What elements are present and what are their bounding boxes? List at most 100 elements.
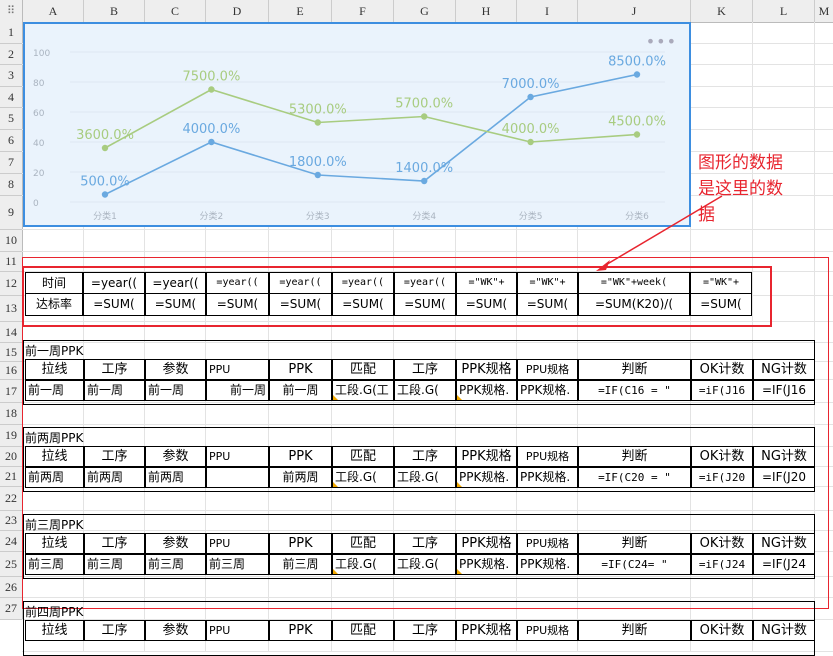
column-heading[interactable]: 判断 (578, 620, 691, 641)
row-header-3[interactable]: 3 (0, 65, 23, 87)
column-header-m[interactable]: M (815, 0, 833, 22)
column-heading[interactable]: 参数 (145, 359, 206, 380)
data-cell[interactable]: 工段.G( (394, 467, 456, 488)
column-heading[interactable]: PPU规格 (517, 533, 578, 554)
column-header-d[interactable]: D (206, 0, 269, 22)
data-cell[interactable]: PPK规格. (517, 467, 578, 488)
data-cell[interactable]: PPK规格. (517, 380, 578, 401)
column-heading[interactable]: PPU规格 (517, 359, 578, 380)
row-header-6[interactable]: 6 (0, 130, 23, 152)
column-heading[interactable]: PPU (206, 620, 269, 641)
row-header-16[interactable]: 16 (0, 362, 23, 380)
row-header-14[interactable]: 14 (0, 322, 23, 343)
data-cell[interactable]: 前三周 (145, 554, 206, 575)
column-heading[interactable]: OK计数 (691, 359, 753, 380)
column-heading[interactable]: PPK (269, 533, 332, 554)
data-cell[interactable]: =iF(J16 (691, 380, 753, 401)
column-heading[interactable]: 工序 (84, 533, 145, 554)
row-header-23[interactable]: 23 (0, 511, 23, 531)
column-heading[interactable]: PPK规格 (456, 620, 517, 641)
column-heading[interactable]: PPU (206, 446, 269, 467)
more-options-icon[interactable]: ••• (646, 32, 677, 51)
column-heading[interactable]: OK计数 (691, 620, 753, 641)
row-header-20[interactable]: 20 (0, 447, 23, 467)
select-all-corner[interactable]: ⠿ (0, 0, 23, 22)
column-heading[interactable]: PPK (269, 620, 332, 641)
row-header-11[interactable]: 11 (0, 252, 23, 272)
row-header-8[interactable]: 8 (0, 174, 23, 196)
data-cell[interactable]: 前两周 (84, 467, 145, 488)
column-heading[interactable]: OK计数 (691, 446, 753, 467)
data-cell[interactable]: 前三周 (25, 554, 84, 575)
row-header-17[interactable]: 17 (0, 380, 23, 403)
column-heading[interactable]: PPK (269, 446, 332, 467)
column-heading[interactable]: 工序 (394, 620, 456, 641)
row-header-26[interactable]: 26 (0, 577, 23, 598)
data-cell[interactable]: 前三周 (206, 554, 269, 575)
column-heading[interactable]: PPU (206, 533, 269, 554)
column-header-j[interactable]: J (578, 0, 691, 22)
data-cell[interactable]: =iF(J20 (691, 467, 753, 488)
row-header-21[interactable]: 21 (0, 467, 23, 487)
row-header-9[interactable]: 9 (0, 196, 23, 230)
column-heading[interactable]: 匹配 (332, 359, 394, 380)
data-cell[interactable]: 前一周 (25, 380, 84, 401)
data-cell[interactable]: 前一周 (269, 380, 332, 401)
column-header-b[interactable]: B (84, 0, 145, 22)
column-heading[interactable]: 匹配 (332, 620, 394, 641)
row-header-10[interactable]: 10 (0, 230, 23, 252)
data-cell[interactable]: =IF(C20 = " (578, 467, 691, 488)
data-cell[interactable]: PPK规格. (517, 554, 578, 575)
column-heading[interactable]: 拉线 (25, 533, 84, 554)
column-heading[interactable]: PPU (206, 359, 269, 380)
column-heading[interactable]: 拉线 (25, 446, 84, 467)
column-heading[interactable]: NG计数 (753, 533, 815, 554)
data-cell[interactable]: =IF(C24= " (578, 554, 691, 575)
data-cell[interactable]: 工段.G( (394, 554, 456, 575)
column-heading[interactable]: 工序 (84, 359, 145, 380)
data-cell[interactable]: =IF(J24 (753, 554, 815, 575)
column-heading[interactable]: 参数 (145, 446, 206, 467)
column-heading[interactable]: 匹配 (332, 533, 394, 554)
data-cell[interactable]: 工段.G( (394, 380, 456, 401)
column-heading[interactable]: 工序 (394, 446, 456, 467)
row-header-1[interactable]: 1 (0, 22, 23, 44)
column-heading[interactable]: 工序 (394, 359, 456, 380)
column-heading[interactable]: 参数 (145, 533, 206, 554)
row-header-22[interactable]: 22 (0, 487, 23, 511)
data-cell[interactable]: 前两周 (269, 467, 332, 488)
column-heading[interactable]: OK计数 (691, 533, 753, 554)
column-heading[interactable]: 判断 (578, 533, 691, 554)
data-cell[interactable]: 前一周 (84, 380, 145, 401)
data-cell[interactable]: 前一周 (206, 380, 269, 401)
column-heading[interactable]: 工序 (394, 533, 456, 554)
data-cell[interactable]: 工段.G( (332, 467, 394, 488)
row-header-2[interactable]: 2 (0, 44, 23, 65)
column-heading[interactable]: NG计数 (753, 359, 815, 380)
row-header-12[interactable]: 12 (0, 272, 23, 296)
column-heading[interactable]: 判断 (578, 446, 691, 467)
column-heading[interactable]: PPK规格 (456, 446, 517, 467)
column-heading[interactable]: 拉线 (25, 620, 84, 641)
data-cell[interactable]: 前两周 (25, 467, 84, 488)
column-header-l[interactable]: L (753, 0, 815, 22)
row-header-25[interactable]: 25 (0, 552, 23, 577)
row-header-13[interactable]: 13 (0, 296, 23, 322)
column-heading[interactable]: PPK规格 (456, 359, 517, 380)
column-heading[interactable]: NG计数 (753, 446, 815, 467)
data-cell[interactable]: 工段.G( (332, 554, 394, 575)
data-cell[interactable]: 前两周 (145, 467, 206, 488)
row-header-5[interactable]: 5 (0, 108, 23, 130)
column-heading[interactable]: NG计数 (753, 620, 815, 641)
data-cell[interactable]: =IF(J20 (753, 467, 815, 488)
data-cell[interactable]: PPK规格. (456, 554, 517, 575)
column-heading[interactable]: PPK (269, 359, 332, 380)
row-header-7[interactable]: 7 (0, 152, 23, 174)
data-cell[interactable]: 前三周 (269, 554, 332, 575)
column-header-f[interactable]: F (332, 0, 394, 22)
data-cell[interactable]: =IF(C16 = " (578, 380, 691, 401)
column-header-h[interactable]: H (456, 0, 517, 22)
data-cell[interactable]: 前一周 (145, 380, 206, 401)
column-header-e[interactable]: E (269, 0, 332, 22)
column-heading[interactable]: 工序 (84, 446, 145, 467)
